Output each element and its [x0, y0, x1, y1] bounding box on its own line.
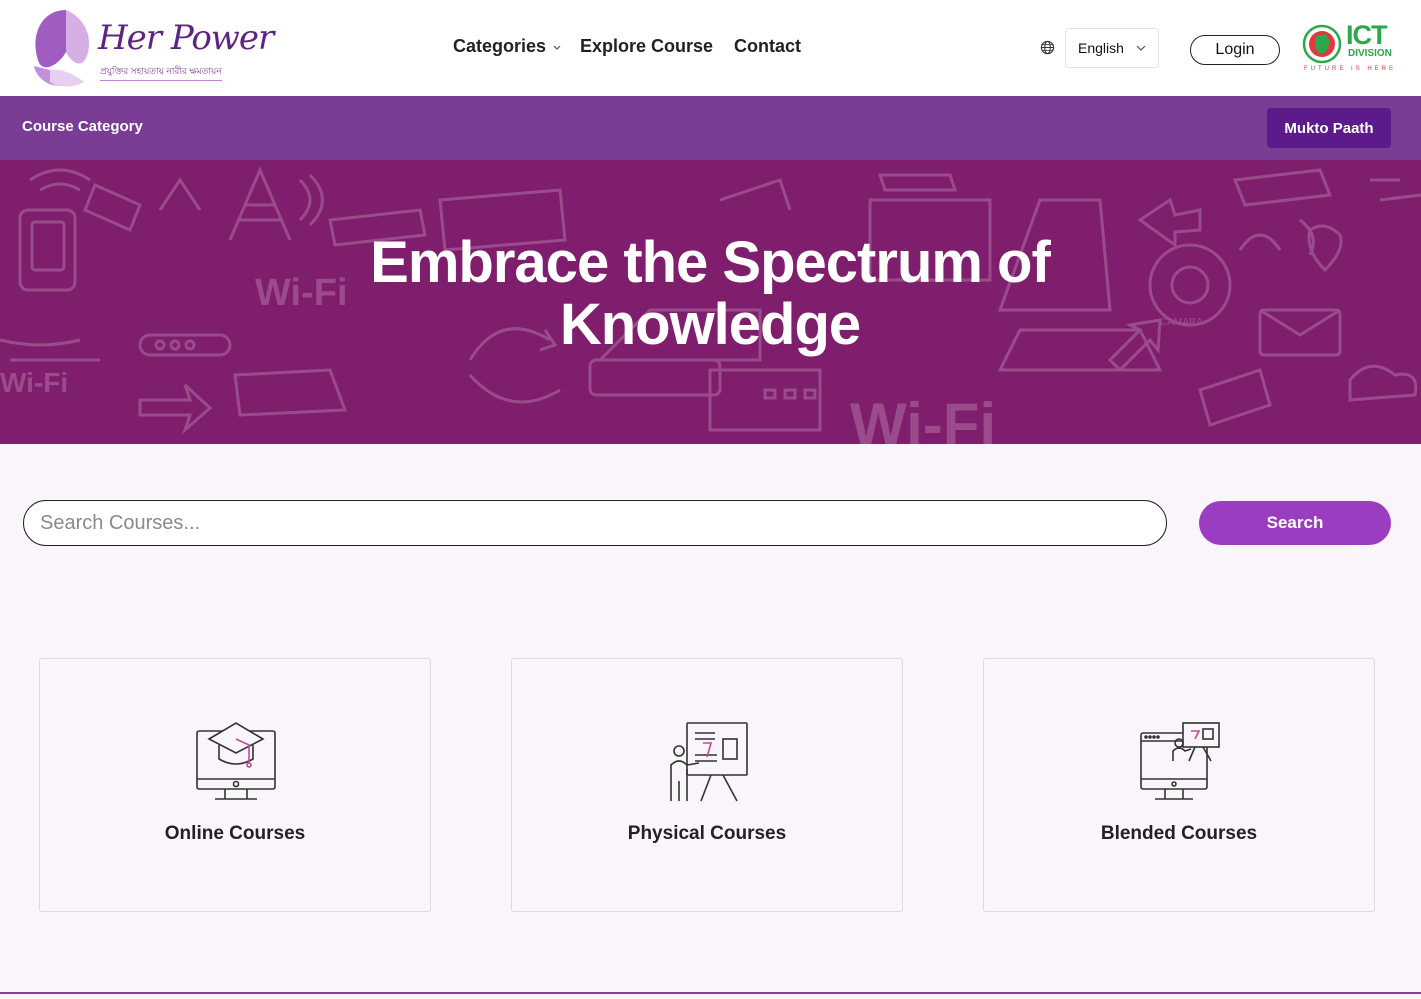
category-label: Physical Courses — [627, 823, 787, 844]
language-selected: English — [1078, 40, 1124, 56]
category-card-online[interactable]: Online Courses — [39, 658, 431, 912]
butterfly-logo-icon — [34, 10, 90, 87]
search-input[interactable] — [23, 500, 1167, 546]
category-card-physical[interactable]: Physical Courses — [511, 658, 903, 912]
blended-course-icon — [1140, 722, 1220, 800]
search-button[interactable]: Search — [1199, 501, 1391, 545]
globe-icon — [1040, 40, 1055, 55]
category-label: Blended Courses — [1100, 823, 1258, 844]
ict-subtitle: DIVISION — [1348, 48, 1392, 59]
physical-course-icon — [670, 722, 748, 802]
doodle-wifi-text-2: Wi-Fi — [0, 367, 68, 398]
nav-categories[interactable]: Categories — [453, 36, 580, 57]
ict-tagline: FUTURE IS HERE — [1304, 66, 1397, 72]
ict-division-logo[interactable]: ICT DIVISION FUTURE IS HERE — [1302, 20, 1397, 74]
site-header: Her Power প্রযুক্তির সহায়তায় নারীর ক্ষ… — [0, 0, 1421, 96]
chevron-down-icon — [553, 45, 561, 50]
main-nav: Categories Explore Course Contact — [453, 36, 801, 57]
brand-tagline: প্রযুক্তির সহায়তায় নারীর ক্ষমতায়ন — [100, 64, 222, 81]
doodle-camara-text: CAMARA — [1160, 317, 1203, 328]
bangladesh-emblem-icon — [1302, 24, 1342, 64]
login-button[interactable]: Login — [1190, 35, 1280, 65]
footer-divider — [0, 992, 1421, 994]
nav-categories-label: Categories — [453, 36, 547, 56]
ict-title: ICT — [1346, 20, 1387, 50]
brand-name: Her Power — [98, 18, 274, 58]
doodle-wifi-text-3: Wi-Fi — [850, 391, 996, 444]
online-course-icon — [196, 722, 276, 800]
hero-banner: Wi-Fi Wi-Fi Wi-Fi CAMARA Embrace the Spe… — [0, 160, 1421, 444]
her-power-logo[interactable]: Her Power প্রযুক্তির সহায়তায় নারীর ক্ষ… — [28, 4, 274, 90]
category-label: Online Courses — [164, 823, 306, 844]
nav-explore-course[interactable]: Explore Course — [580, 36, 734, 57]
mukto-paath-button[interactable]: Mukto Paath — [1267, 108, 1391, 148]
hero-title: Embrace the Spectrum of Knowledge — [370, 230, 1051, 357]
course-category-title: Course Category — [22, 118, 143, 135]
nav-contact[interactable]: Contact — [734, 36, 801, 57]
chevron-down-icon — [1136, 45, 1146, 51]
course-category-bar: Course Category Mukto Paath — [0, 96, 1421, 160]
language-select[interactable]: English — [1065, 28, 1159, 68]
category-card-blended[interactable]: Blended Courses — [983, 658, 1375, 912]
